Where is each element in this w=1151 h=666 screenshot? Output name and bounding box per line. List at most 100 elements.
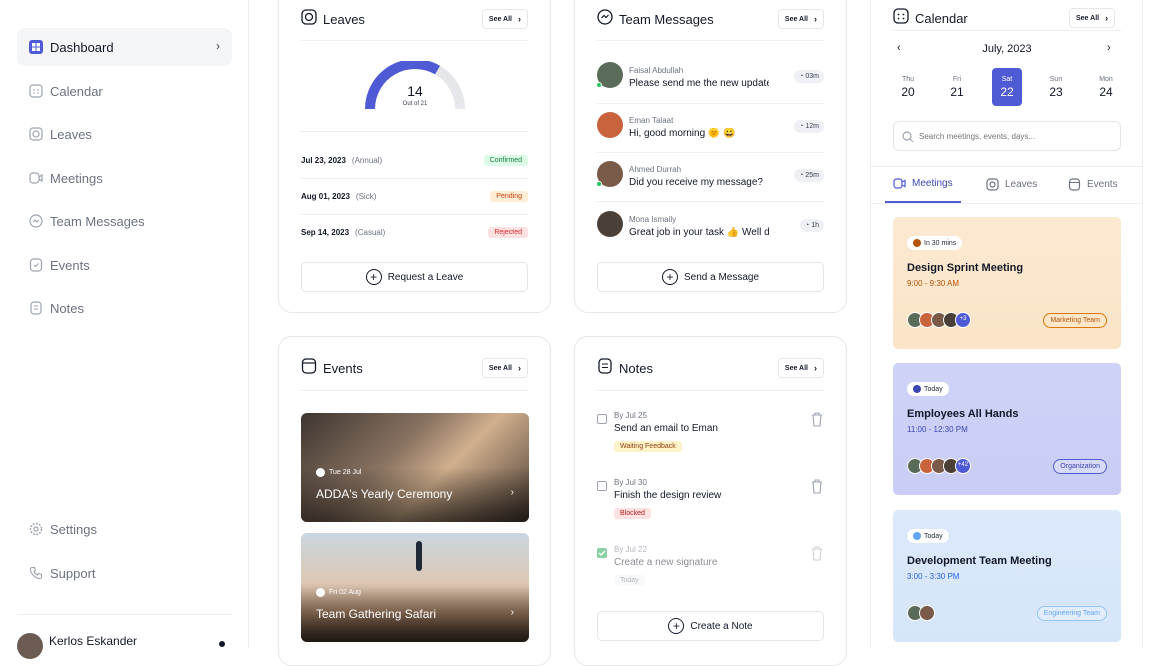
plus-circle-icon: + xyxy=(668,618,685,634)
sidebar-item-dashboard[interactable]: Dashboard › xyxy=(17,28,232,66)
chevron-right-icon: › xyxy=(518,363,521,373)
meeting-card[interactable]: Today Employees All Hands 11:00 - 12:30 … xyxy=(893,363,1121,495)
day-name: Sat xyxy=(1001,76,1013,83)
event-date: Tue 28 Jul xyxy=(316,468,361,477)
attendee-avatars xyxy=(907,605,935,623)
time-label: 03m xyxy=(805,73,819,80)
send-message-button[interactable]: + Send a Message xyxy=(597,262,824,292)
message-time: ◔ 1h xyxy=(800,219,824,232)
leave-row[interactable]: Aug 01, 2023 (Sick) Pending xyxy=(301,187,528,205)
see-all-button[interactable]: See All › xyxy=(777,358,824,378)
card-title: Events xyxy=(323,360,363,376)
see-all-button[interactable]: See All › xyxy=(1069,8,1116,28)
note-checkbox[interactable] xyxy=(597,481,607,491)
clock-icon xyxy=(913,239,921,247)
request-leave-button[interactable]: + Request a Leave xyxy=(301,262,528,292)
note-tag: Today xyxy=(614,575,645,586)
chevron-right-icon: › xyxy=(510,607,514,618)
leaves-card: Leaves See All › 14 Out of 21 Jul 23, 202… xyxy=(278,0,551,313)
tab-events[interactable]: Events xyxy=(1068,166,1118,203)
more-icon[interactable] xyxy=(219,641,225,647)
meeting-time: 3:00 - 3:30 PM xyxy=(907,572,960,581)
leave-row[interactable]: Sep 14, 2023 (Casual) Rejected xyxy=(301,223,528,241)
sidebar-item-leaves[interactable]: Leaves xyxy=(17,115,232,153)
sidebar-item-meetings[interactable]: Meetings xyxy=(17,159,232,197)
divider xyxy=(597,103,824,104)
next-month-button[interactable]: › xyxy=(1107,42,1111,54)
see-all-button[interactable]: See All › xyxy=(777,9,824,29)
day-sat-selected[interactable]: Sat 22 xyxy=(992,68,1022,106)
divider xyxy=(893,30,1121,31)
divider xyxy=(597,40,824,41)
meeting-when: Today xyxy=(907,529,949,543)
avatar xyxy=(597,211,623,237)
message-item[interactable]: Eman Talaat Hi, good morning 🌞 😀 ◔ 12m xyxy=(597,112,824,152)
leave-date: Aug 01, 2023 xyxy=(301,191,350,201)
meeting-when: Today xyxy=(907,382,949,396)
sidebar-item-notes[interactable]: Notes xyxy=(17,289,232,327)
sidebar-item-label: Meetings xyxy=(50,170,103,186)
tab-label: Events xyxy=(1087,179,1118,190)
divider xyxy=(301,178,528,179)
day-sun[interactable]: Sun 23 xyxy=(1041,68,1071,106)
date-label: Fri 02 Aug xyxy=(329,589,361,596)
meeting-card[interactable]: Today Development Team Meeting 3:00 - 3:… xyxy=(893,510,1121,642)
message-item[interactable]: Ahmed Durrah Did you receive my message?… xyxy=(596,161,824,201)
avatar[interactable] xyxy=(17,633,43,659)
sidebar-item-label: Calendar xyxy=(50,83,103,99)
day-number: 24 xyxy=(1099,85,1113,99)
when-label: Today xyxy=(924,532,943,540)
search-input[interactable] xyxy=(919,128,1114,144)
attendee-avatars: +3 xyxy=(907,312,971,330)
chevron-right-icon: › xyxy=(510,487,514,498)
more-attendees: +42 xyxy=(955,458,971,474)
event-card[interactable]: Fri 02 Aug Team Gathering Safari › xyxy=(301,533,529,642)
divider xyxy=(597,152,824,153)
message-time: ◔ 12m xyxy=(794,120,824,133)
sidebar-item-team-messages[interactable]: Team Messages xyxy=(17,202,232,240)
see-all-label: See All xyxy=(488,364,512,372)
see-all-button[interactable]: See All › xyxy=(481,358,528,378)
more-attendees: +3 xyxy=(955,312,971,328)
meeting-title: Development Team Meeting xyxy=(907,555,1052,567)
clock-icon xyxy=(913,385,921,393)
leave-row[interactable]: Jul 23, 2023 (Annual) Confirmed xyxy=(301,151,528,169)
tab-meetings[interactable]: Meetings xyxy=(885,166,961,203)
phone-icon xyxy=(28,566,43,581)
note-checkbox-checked[interactable] xyxy=(597,548,607,558)
create-note-button[interactable]: + Create a Note xyxy=(597,611,824,641)
calendar-header: Calendar xyxy=(893,7,968,27)
message-item[interactable]: Faisal Abdullah Please send me the new u… xyxy=(596,62,824,102)
day-mon[interactable]: Mon 24 xyxy=(1091,68,1121,106)
events-icon xyxy=(301,357,317,379)
meeting-time: 9:00 - 9:30 AM xyxy=(907,279,960,288)
note-title: Finish the design review xyxy=(614,490,722,501)
sender-name: Ahmed Durrah xyxy=(629,165,682,174)
trash-icon[interactable] xyxy=(810,545,824,561)
event-card[interactable]: Tue 28 Jul ADDA's Yearly Ceremony › xyxy=(301,413,529,522)
tab-leaves[interactable]: Leaves xyxy=(986,166,1037,203)
sidebar-item-settings[interactable]: Settings xyxy=(17,510,232,548)
meeting-card[interactable]: In 30 mins Design Sprint Meeting 9:00 - … xyxy=(893,217,1121,349)
see-all-button[interactable]: See All › xyxy=(481,9,528,29)
sidebar-item-support[interactable]: Support xyxy=(17,554,232,592)
leave-kind: (Sick) xyxy=(355,191,377,201)
leave-date: Jul 23, 2023 xyxy=(301,155,346,165)
time-label: 25m xyxy=(805,172,819,179)
plus-circle-icon: + xyxy=(365,269,382,285)
trash-icon[interactable] xyxy=(810,411,824,427)
trash-icon[interactable] xyxy=(810,478,824,494)
leave-kind: (Annual) xyxy=(351,155,383,165)
day-name: Fri xyxy=(952,76,962,83)
date-label: Tue 28 Jul xyxy=(329,469,362,476)
note-checkbox[interactable] xyxy=(597,414,607,424)
search-box[interactable] xyxy=(893,121,1121,151)
day-fri[interactable]: Fri 21 xyxy=(942,68,972,106)
avatar xyxy=(919,605,935,621)
message-time: ◔ 25m xyxy=(794,169,824,182)
prev-month-button[interactable]: ‹ xyxy=(897,42,901,54)
sidebar-item-events[interactable]: Events xyxy=(17,246,232,284)
message-item[interactable]: Mona Ismaily Great job in your task 👍 We… xyxy=(597,211,824,251)
sidebar-item-calendar[interactable]: Calendar xyxy=(17,72,232,110)
day-thu[interactable]: Thu 20 xyxy=(893,68,923,106)
